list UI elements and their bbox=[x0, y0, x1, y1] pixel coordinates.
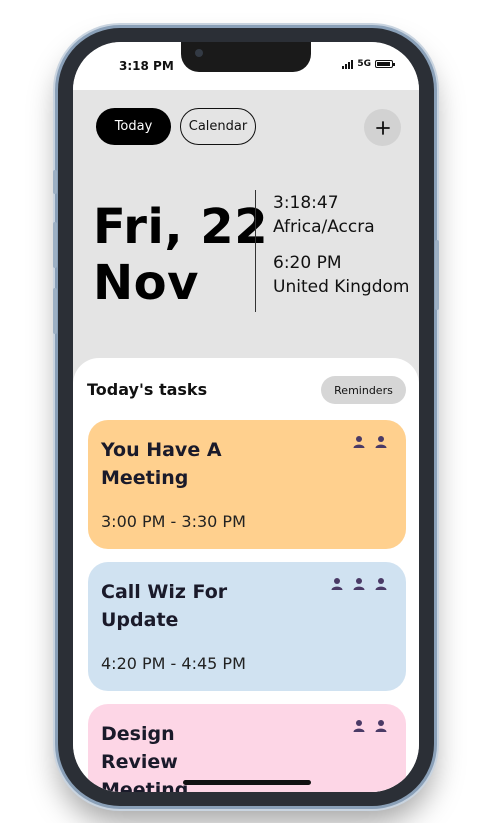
task-time: 4:20 PM - 4:45 PM bbox=[101, 654, 246, 673]
task-time: 3:00 PM - 3:30 PM bbox=[101, 512, 246, 531]
clock-uk: 6:20 PM United Kingdom bbox=[273, 251, 409, 299]
today-button[interactable]: Today bbox=[96, 108, 171, 145]
tasks-title: Today's tasks bbox=[87, 380, 208, 399]
person-icon bbox=[375, 436, 387, 448]
task-card[interactable]: Call Wiz For Update 4:20 PM - 4:45 PM bbox=[88, 562, 406, 691]
calendar-button[interactable]: Calendar bbox=[180, 108, 256, 145]
status-indicators: 5G bbox=[342, 59, 395, 69]
person-icon bbox=[331, 578, 343, 590]
person-icon bbox=[353, 720, 365, 732]
task-card[interactable]: Design Review Meeting bbox=[88, 704, 406, 792]
task-title: You Have A Meeting bbox=[101, 439, 222, 489]
volume-up-button bbox=[53, 222, 57, 268]
participant-avatars bbox=[352, 435, 388, 449]
divider bbox=[255, 190, 256, 312]
plus-icon bbox=[375, 120, 390, 135]
clock-time: 6:20 PM bbox=[273, 253, 342, 273]
task-title: Call Wiz For Update bbox=[101, 581, 228, 631]
person-icon bbox=[375, 578, 387, 590]
power-button bbox=[435, 240, 439, 310]
date-day: Fri, 22 bbox=[93, 199, 269, 255]
home-indicator[interactable] bbox=[183, 780, 311, 785]
add-button[interactable] bbox=[364, 109, 401, 146]
person-icon bbox=[353, 578, 365, 590]
clock-zone: Africa/Accra bbox=[273, 217, 375, 237]
network-label: 5G bbox=[357, 59, 371, 69]
task-card[interactable]: You Have A Meeting 3:00 PM - 3:30 PM bbox=[88, 420, 406, 549]
status-time: 3:18 PM bbox=[119, 59, 174, 73]
battery-icon bbox=[375, 60, 395, 68]
current-date: Fri, 22 Nov bbox=[93, 199, 268, 311]
signal-icon bbox=[342, 59, 354, 69]
person-icon bbox=[353, 436, 365, 448]
volume-down-button bbox=[53, 288, 57, 334]
person-icon bbox=[375, 720, 387, 732]
silent-switch bbox=[53, 170, 57, 194]
participant-avatars bbox=[352, 719, 388, 733]
phone-screen: 3:18 PM 5G Today Calendar Fri, 22 Nov 3:… bbox=[73, 42, 419, 792]
clock-zone: United Kingdom bbox=[273, 277, 410, 297]
camera-icon bbox=[195, 49, 203, 57]
date-month: Nov bbox=[93, 255, 199, 311]
battery-level bbox=[377, 62, 390, 66]
reminders-button[interactable]: Reminders bbox=[321, 376, 406, 404]
clock-time: 3:18:47 bbox=[273, 193, 339, 213]
status-bar: 3:18 PM 5G bbox=[73, 42, 419, 90]
tasks-panel: Today's tasks Reminders You Have A Meeti… bbox=[73, 358, 419, 792]
participant-avatars bbox=[330, 577, 388, 591]
notch bbox=[181, 42, 311, 72]
clock-local: 3:18:47 Africa/Accra bbox=[273, 191, 375, 239]
